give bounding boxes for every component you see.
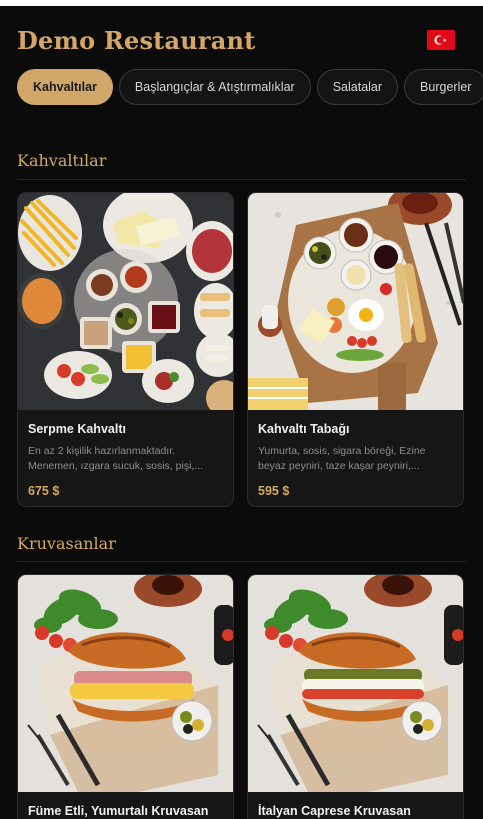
tab-burgerler[interactable]: Burgerler [404,69,483,105]
tab-salatalar[interactable]: Salatalar [316,69,399,105]
menu-item-card[interactable]: İtalyan Caprese Kruvasan [247,574,464,819]
item-name: Serpme Kahvaltı [28,422,126,436]
menu-item-card[interactable]: Kahvaltı Tabağı Yumurta, sosis, sigara b… [247,192,464,507]
header: Demo Restaurant [0,6,483,66]
item-name: İtalyan Caprese Kruvasan [258,804,411,818]
restaurant-title: Demo Restaurant [17,26,256,55]
section-divider [17,179,466,180]
menu-item-card[interactable]: Serpme Kahvaltı En az 2 kişilik hazırlan… [17,192,234,507]
section-title-kahvaltilar: Kahvaltılar [17,151,107,170]
section-divider [17,561,466,562]
item-description: Yumurta, sosis, sigara böreği, Ezine bey… [258,445,426,472]
turkey-flag-icon[interactable] [427,30,455,50]
category-tabs: Kahvaltılar Başlangıçlar & Atıştırmalıkl… [17,69,483,105]
fume-etli-kruvasan-image [18,575,233,792]
kahvalti-tabagi-image [248,193,463,410]
italyan-caprese-kruvasan-image [248,575,463,792]
section-title-kruvasanlar: Kruvasanlar [17,534,116,553]
item-price: 595 $ [258,484,290,498]
tab-kahvaltilar[interactable]: Kahvaltılar [17,69,113,105]
item-description: En az 2 kişilik hazırlanmaktadır. Meneme… [28,445,204,472]
item-price: 675 $ [28,484,60,498]
item-name: Kahvaltı Tabağı [258,422,350,436]
item-name: Füme Etli, Yumurtalı Kruvasan [28,804,209,818]
menu-item-card[interactable]: Füme Etli, Yumurtalı Kruvasan [17,574,234,819]
serpme-kahvalti-image [18,193,233,410]
tab-baslangiclar[interactable]: Başlangıçlar & Atıştırmalıklar [118,69,311,105]
